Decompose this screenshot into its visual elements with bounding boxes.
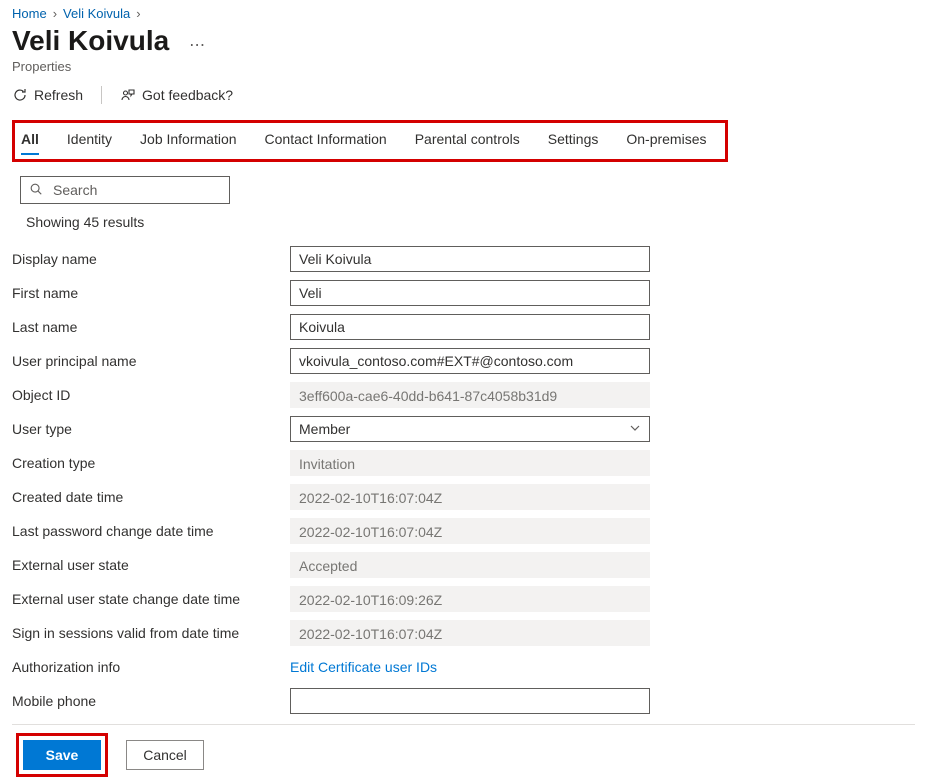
search-input[interactable] [51,181,221,199]
value-creation-type: Invitation [290,450,650,476]
input-display-name[interactable] [290,246,650,272]
link-edit-certificate-user-ids[interactable]: Edit Certificate user IDs [290,659,437,675]
input-first-name[interactable] [290,280,650,306]
input-mobile-phone[interactable] [290,688,650,714]
value-created: 2022-02-10T16:07:04Z [290,484,650,510]
chevron-right-icon: › [53,6,57,21]
value-ext-state-change: 2022-02-10T16:09:26Z [290,586,650,612]
dropdown-user-type[interactable]: Member [290,416,650,442]
more-actions-button[interactable]: ⋯ [185,35,209,55]
page-subtitle: Properties [12,59,915,74]
breadcrumb-home[interactable]: Home [12,6,47,21]
tab-settings[interactable]: Settings [548,127,599,153]
person-feedback-icon [120,87,136,103]
tab-all[interactable]: All [21,127,39,153]
bottom-action-bar: Save Cancel [12,725,915,783]
save-button[interactable]: Save [23,740,101,770]
refresh-label: Refresh [34,87,83,103]
chevron-right-icon: › [136,6,140,21]
divider [101,86,102,104]
label-upn: User principal name [12,353,290,369]
label-auth-info: Authorization info [12,659,290,675]
command-bar: Refresh Got feedback? [12,84,915,106]
feedback-label: Got feedback? [142,87,233,103]
value-object-id: 3eff600a-cae6-40dd-b641-87c4058b31d9 [290,382,650,408]
label-object-id: Object ID [12,387,290,403]
refresh-icon [12,87,28,103]
label-mobile-phone: Mobile phone [12,693,290,709]
chevron-down-icon [629,421,641,437]
input-last-name[interactable] [290,314,650,340]
label-signin-valid: Sign in sessions valid from date time [12,625,290,641]
value-last-pw-change: 2022-02-10T16:07:04Z [290,518,650,544]
tab-job-information[interactable]: Job Information [140,127,237,153]
tab-parental-controls[interactable]: Parental controls [415,127,520,153]
search-box[interactable] [20,176,230,204]
value-signin-valid: 2022-02-10T16:07:04Z [290,620,650,646]
tabs-highlight-box: All Identity Job Information Contact Inf… [12,120,728,162]
dropdown-user-type-value: Member [299,421,350,437]
label-ext-state-change: External user state change date time [12,591,290,607]
cancel-button[interactable]: Cancel [126,740,204,770]
refresh-button[interactable]: Refresh [12,87,83,103]
label-first-name: First name [12,285,290,301]
breadcrumb-current[interactable]: Veli Koivula [63,6,130,21]
tab-contact-information[interactable]: Contact Information [265,127,387,153]
label-last-name: Last name [12,319,290,335]
tab-on-premises[interactable]: On-premises [626,127,706,153]
label-creation-type: Creation type [12,455,290,471]
label-ext-state: External user state [12,557,290,573]
tab-identity[interactable]: Identity [67,127,112,153]
label-last-pw-change: Last password change date time [12,523,290,539]
value-ext-state: Accepted [290,552,650,578]
label-created: Created date time [12,489,290,505]
save-highlight-box: Save [16,733,108,777]
breadcrumb: Home › Veli Koivula › [12,6,915,21]
results-count: Showing 45 results [26,214,915,230]
properties-form: Display name First name Last name User p… [12,242,915,718]
label-user-type: User type [12,421,290,437]
label-display-name: Display name [12,251,290,267]
search-icon [29,182,43,199]
input-upn[interactable] [290,348,650,374]
page-title: Veli Koivula [12,25,169,57]
feedback-button[interactable]: Got feedback? [120,87,233,103]
tabs: All Identity Job Information Contact Inf… [21,127,719,153]
